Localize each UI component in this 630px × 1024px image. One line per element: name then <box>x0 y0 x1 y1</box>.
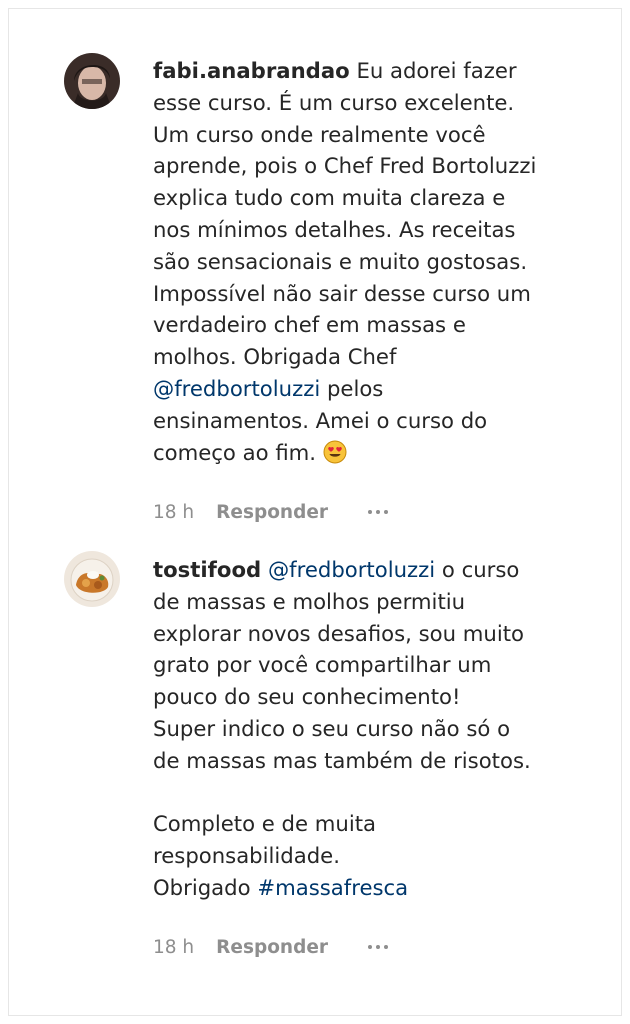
mention-link[interactable]: @fredbortoluzzi <box>268 557 435 582</box>
comment-text: Eu adorei fazer esse curso. É um curso e… <box>153 58 537 370</box>
comment-username[interactable]: tostifood <box>153 557 261 582</box>
more-options-icon[interactable] <box>366 941 390 953</box>
comment-meta: 18 h Responder <box>153 498 390 526</box>
user-avatar-icon[interactable] <box>64 53 120 109</box>
heart-eyes-emoji-icon <box>323 440 347 473</box>
reply-button[interactable]: Responder <box>216 937 328 958</box>
comment-body: fabi.anabrandao Eu adorei fazer esse cur… <box>153 55 573 472</box>
hashtag-link[interactable]: #massafresca <box>257 875 408 900</box>
comment-text: o curso de massas e molhos permitiu expl… <box>153 557 531 900</box>
mention-link[interactable]: @fredbortoluzzi <box>153 376 320 401</box>
comment-body: tostifood @fredbortoluzzi o curso de mas… <box>153 554 573 904</box>
food-avatar-icon[interactable] <box>64 551 120 607</box>
reply-button[interactable]: Responder <box>216 502 328 523</box>
comment-timestamp[interactable]: 18 h <box>153 937 194 958</box>
comment-meta: 18 h Responder <box>153 933 390 961</box>
comment-username[interactable]: fabi.anabrandao <box>153 58 350 83</box>
more-options-icon[interactable] <box>366 506 390 518</box>
comment-timestamp[interactable]: 18 h <box>153 502 194 523</box>
